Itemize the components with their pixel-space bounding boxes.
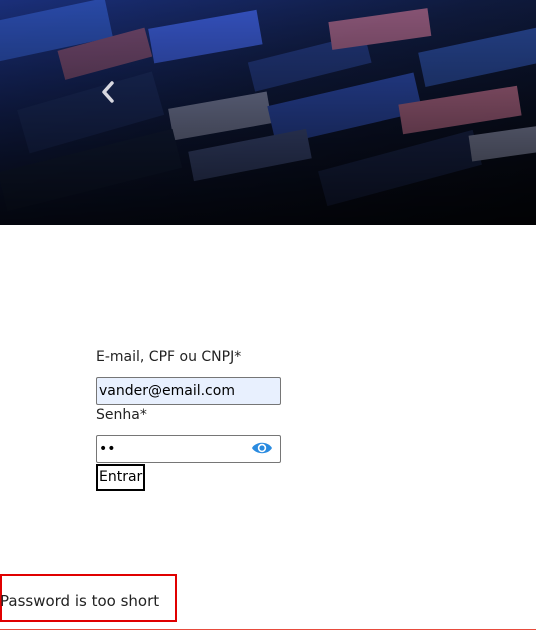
submit-button[interactable]: Entrar <box>96 464 146 491</box>
carousel-prev-button[interactable] <box>94 76 122 108</box>
hero-banner <box>0 0 536 225</box>
email-label: E-mail, CPF ou CNPJ* <box>96 349 242 365</box>
login-form: E-mail, CPF ou CNPJ* Senha* Entrar <box>96 347 286 491</box>
password-label: Senha* <box>96 407 147 423</box>
chevron-left-icon <box>102 81 114 103</box>
error-message: Password is too short <box>0 592 160 610</box>
email-field[interactable] <box>96 377 281 405</box>
hero-image <box>0 0 536 225</box>
show-password-button[interactable] <box>251 439 273 457</box>
eye-icon <box>252 442 272 454</box>
error-divider <box>0 629 536 630</box>
password-field-wrapper <box>96 435 281 463</box>
